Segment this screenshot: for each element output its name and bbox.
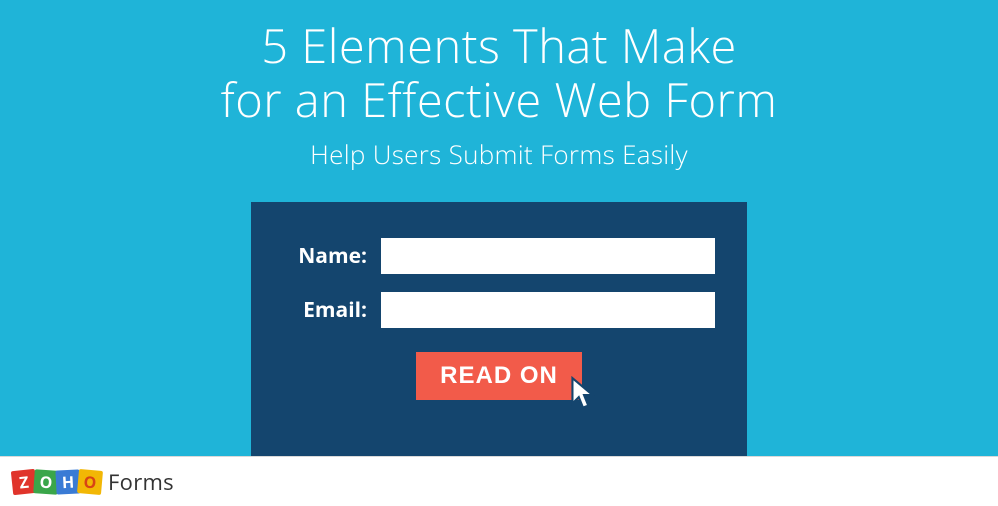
hero-section: 5 Elements That Make for an Effective We… — [0, 0, 998, 456]
cursor-icon — [566, 376, 600, 414]
headline: 5 Elements That Make for an Effective We… — [221, 18, 778, 126]
logo-product-name: Forms — [108, 467, 174, 497]
logo-tile-o2: O — [77, 468, 103, 494]
email-label: Email: — [283, 296, 381, 324]
headline-line-2: for an Effective Web Form — [221, 67, 778, 131]
footer-bar: Z O H O Forms — [0, 456, 998, 506]
form-row-name: Name: — [283, 238, 715, 274]
name-input[interactable] — [381, 238, 715, 274]
form-row-email: Email: — [283, 292, 715, 328]
zoho-logo: Z O H O Forms — [12, 467, 174, 497]
email-input[interactable] — [381, 292, 715, 328]
subheadline: Help Users Submit Forms Easily — [310, 136, 688, 172]
form-panel: Name: Email: READ ON — [251, 202, 747, 456]
read-on-button[interactable]: READ ON — [416, 352, 582, 400]
name-label: Name: — [283, 242, 381, 270]
cta-wrap: READ ON — [416, 352, 582, 400]
